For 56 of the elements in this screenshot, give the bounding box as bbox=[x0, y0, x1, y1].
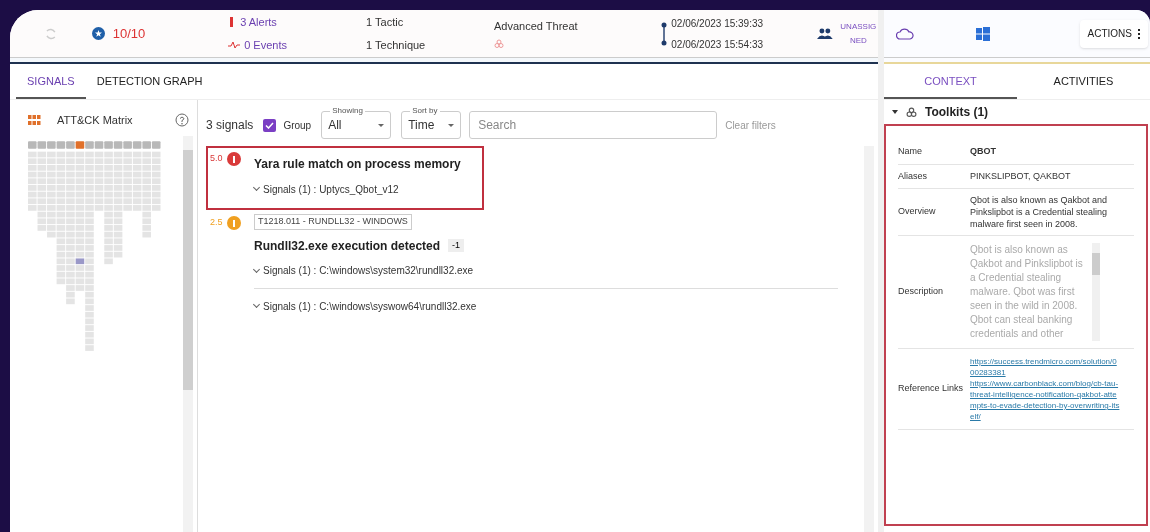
field-label: Overview bbox=[898, 205, 937, 219]
field-value: Qbot is also known as Qakbot and Pinkslipbot is a Credential stealing malware first seen in 2008. bbox=[970, 194, 1109, 230]
field-label: Name bbox=[898, 145, 923, 158]
expand-caret-icon[interactable] bbox=[892, 110, 898, 114]
signal-title[interactable]: Yara rule match on process memory bbox=[254, 155, 461, 173]
signal-card[interactable]: 5.0 Yara rule match on process memory Signals (1) : Uptycs_Qbot_v12 bbox=[206, 146, 484, 210]
cloud-icon bbox=[896, 27, 914, 40]
grid-icon bbox=[28, 115, 41, 125]
technique-count: 1 Technique bbox=[366, 37, 427, 53]
count-badge: -1 bbox=[448, 238, 465, 253]
refresh-icon[interactable] bbox=[44, 26, 58, 41]
events-link[interactable]: 0 Events bbox=[244, 36, 287, 53]
help-icon[interactable] bbox=[175, 113, 189, 127]
tab[interactable]: CONTEXT bbox=[884, 65, 1017, 99]
tactic-count: 1 Tactic bbox=[366, 15, 405, 30]
description-text: Qbot is also known as Qakbot and Pinkslipbot is a Credential stealing malware. Qbot was first seen in the wild in 2008. Qbot can steal banking credentials and other bbox=[970, 243, 1084, 341]
star-badge-icon bbox=[91, 27, 105, 40]
alerts-link[interactable]: 3 Alerts bbox=[240, 14, 277, 31]
scrollbar[interactable] bbox=[183, 136, 193, 532]
reference-link[interactable]: https://www.carbonblack.com/blog/cb-tau-threat-intelligence-notification-qakbot-attempts-to-evade-detection-by-overwriting-itself/ bbox=[970, 378, 1120, 422]
field-label: Description bbox=[898, 285, 945, 299]
tab[interactable]: ACTIVITIES bbox=[1017, 65, 1150, 99]
score-label: 2.5 bbox=[210, 216, 223, 229]
search-field[interactable]: Search bbox=[469, 111, 718, 139]
start-time: 02/06/2023 15:39:33 bbox=[671, 16, 764, 31]
scrollbar[interactable] bbox=[1092, 243, 1100, 341]
signal-card[interactable]: 2.5 T1218.011 - RUNDLL32 - WINDOWS Rundll32.exe execution detected -1 Signals (1) : C:\windows\system32\rundll32.exe Signals (1) : C:\windows\syswow64\rundll32.exe bbox=[206, 210, 846, 330]
assignee-link[interactable]: UNASSIGNED bbox=[838, 19, 878, 48]
caret-icon bbox=[378, 123, 385, 127]
field-label: Reference Links bbox=[898, 382, 965, 396]
pulse-icon bbox=[228, 40, 241, 49]
windows-icon bbox=[976, 26, 990, 41]
end-time: 02/06/2023 15:54:33 bbox=[671, 37, 764, 52]
actions-button[interactable]: ACTIONS bbox=[1079, 19, 1148, 48]
caret-icon bbox=[448, 123, 455, 127]
users-icon bbox=[816, 28, 833, 39]
tab[interactable]: DETECTION GRAPH bbox=[85, 65, 214, 99]
field-value: QBOT bbox=[970, 145, 996, 158]
signal-title[interactable]: Rundll32.exe execution detected bbox=[254, 236, 441, 255]
timeline-icon bbox=[661, 21, 668, 46]
threat-type: Advanced Threat bbox=[494, 19, 579, 35]
signal-group[interactable]: Signals (1) : C:\windows\syswow64\rundll32.exe bbox=[263, 298, 477, 314]
signal-count: 3 signals bbox=[206, 117, 254, 134]
field-value: PINKSLIPBOT, QAKBOT bbox=[970, 170, 1071, 183]
score-value: 10/10 bbox=[112, 24, 146, 43]
alert-icon bbox=[230, 17, 234, 28]
group-label: Group bbox=[283, 118, 312, 133]
signal-group[interactable]: Signals (1) : Uptycs_Qbot_v12 bbox=[263, 181, 399, 197]
group-checkbox[interactable] bbox=[263, 118, 277, 132]
toolkits-title[interactable]: Toolkits (1) bbox=[925, 103, 989, 121]
tab[interactable]: SIGNALS bbox=[16, 65, 86, 99]
field-label: Aliases bbox=[898, 169, 928, 183]
technique-tag: T1218.011 - RUNDLL32 - WINDOWS bbox=[254, 214, 412, 230]
signal-group[interactable]: Signals (1) : C:\windows\system32\rundll32.exe bbox=[263, 263, 474, 278]
matrix-title: ATT&CK Matrix bbox=[57, 112, 133, 128]
score-label: 5.0 bbox=[210, 152, 223, 165]
